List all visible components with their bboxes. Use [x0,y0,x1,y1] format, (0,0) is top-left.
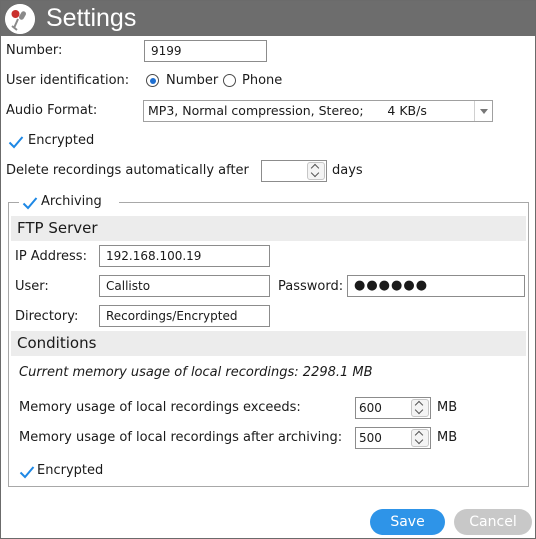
chevron-down-icon[interactable] [474,101,492,121]
user-label: User: [15,279,49,294]
conditions-encrypted-label[interactable]: Encrypted [37,462,103,480]
save-button[interactable]: Save [370,509,445,535]
window-title: Settings [46,4,137,32]
days-unit: days [332,163,363,178]
radio-phone[interactable] [223,74,236,87]
after-archiving-label: Memory usage of local recordings after a… [19,430,343,445]
ftp-server-header: FTP Server [11,216,526,241]
archiving-label[interactable]: Archiving [41,193,102,211]
after-archiving-value: 500 [359,431,382,445]
radio-number-label[interactable]: Number [166,72,218,90]
chevron-down-icon[interactable] [308,171,324,179]
archiving-group: Archiving FTP Server IP Address: 192.168… [8,193,529,487]
exceeds-label: Memory usage of local recordings exceeds… [19,400,301,415]
encrypted-check-icon[interactable] [8,135,24,149]
after-archiving-stepper[interactable]: 500 [355,427,431,449]
conditions-encrypted-check-icon[interactable] [19,465,35,479]
radio-phone-label[interactable]: Phone [242,72,282,90]
current-usage-text: Current memory usage of local recordings… [19,365,373,380]
ftp-server-title: FTP Server [17,219,98,237]
conditions-header: Conditions [11,331,526,356]
ip-address-input[interactable]: 192.168.100.19 [99,245,270,267]
number-label: Number: [6,43,63,58]
microphone-icon [5,4,35,34]
password-input[interactable]: ●●●●●● [347,275,525,297]
encrypted-label[interactable]: Encrypted [28,132,94,150]
directory-label: Directory: [15,309,79,324]
ip-address-label: IP Address: [15,249,87,264]
stepper-buttons [307,162,325,180]
archiving-check-icon[interactable] [22,196,38,210]
title-bar: Settings [1,1,535,36]
exceeds-stepper[interactable]: 600 [355,397,431,419]
radio-number[interactable] [146,74,159,87]
cancel-button[interactable]: Cancel [454,509,532,535]
stepper-buttons [411,429,429,447]
archiving-legend[interactable]: Archiving [19,193,119,213]
number-input[interactable]: 9199 [144,40,267,62]
conditions-title: Conditions [17,334,97,352]
exceeds-unit: MB [437,400,458,415]
audio-format-label: Audio Format: [6,103,98,118]
after-archiving-unit: MB [437,430,458,445]
delete-days-stepper[interactable] [261,160,327,182]
audio-format-value: MP3, Normal compression, Stereo; 4 KB/s [148,103,427,118]
delete-recordings-label: Delete recordings automatically after [6,163,249,178]
audio-format-select[interactable]: MP3, Normal compression, Stereo; 4 KB/s [143,100,493,122]
user-input[interactable]: Callisto [99,275,270,297]
chevron-down-icon[interactable] [412,438,428,446]
exceeds-value: 600 [359,401,382,415]
chevron-down-icon[interactable] [412,408,428,416]
stepper-buttons [411,399,429,417]
user-identification-label: User identification: [6,73,130,88]
settings-window: Settings Number: 9199 User identificatio… [0,0,536,539]
directory-input[interactable]: Recordings/Encrypted [99,305,270,327]
password-label: Password: [278,279,344,294]
